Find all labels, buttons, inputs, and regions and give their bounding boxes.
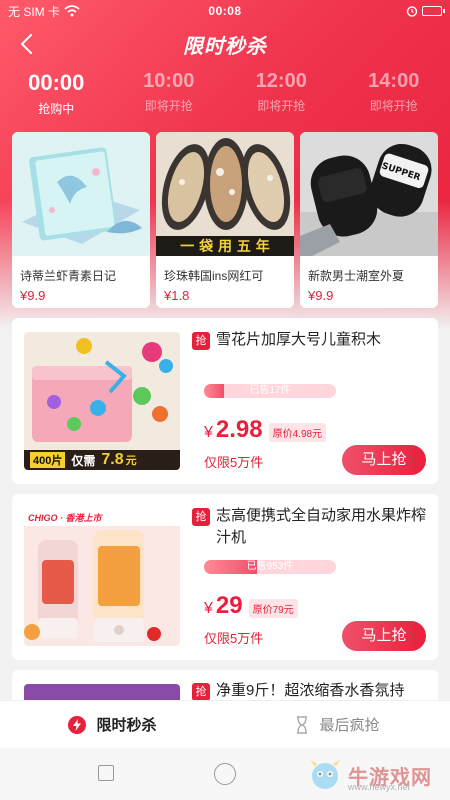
flash-sale-item[interactable]: 抢 净重9斤！超浓缩香水香氛持 xyxy=(12,670,438,700)
hot-item-price: ¥9.9 xyxy=(20,288,46,303)
original-price: 原价79元 xyxy=(248,599,298,618)
tab-label: 限时秒杀 xyxy=(96,717,157,734)
hot-item-card[interactable]: 诗蒂兰虾青素日记 ¥9.9 xyxy=(12,132,150,308)
price-row: ¥ 29 原价79元 xyxy=(204,592,298,620)
tab-last-chance[interactable]: 最后疯抢 xyxy=(225,701,450,748)
original-price: 原价4.98元 xyxy=(268,423,327,442)
watermark-url: www.newyx.net xyxy=(348,782,411,792)
sale-price: 29 xyxy=(215,592,243,619)
time-tab-1400[interactable]: 14:00 即将开抢 xyxy=(338,70,450,117)
slipper-product-image: SUPPER xyxy=(300,132,438,256)
hot-item-card[interactable]: SUPPER 新款男士潮室外夏 ¥9.9 xyxy=(300,132,438,308)
price-currency: ¥ xyxy=(204,600,213,617)
hot-item-image-text: 一 袋 用 五 年 xyxy=(180,238,270,255)
home-button[interactable] xyxy=(214,763,236,785)
time-tab-time: 12:00 xyxy=(255,70,307,92)
qiang-tag: 抢 xyxy=(192,683,210,700)
time-tab-status: 即将开抢 xyxy=(257,99,306,113)
site-watermark: 牛游戏网 www.newyx.net xyxy=(308,758,432,792)
price-row: ¥ 2.98 原价4.98元 xyxy=(204,416,327,444)
back-arrow-icon[interactable] xyxy=(16,32,40,56)
price-currency: ¥ xyxy=(204,424,213,441)
time-tab-status: 抢购中 xyxy=(38,102,75,116)
sold-count: 已售953件 xyxy=(246,561,294,572)
battery-icon xyxy=(422,6,445,16)
flash-sale-item[interactable]: CHIGO · 香港上市 抢 志高便携式全自动家用水果炸榨汁机 已售953件 ¥… xyxy=(12,494,438,660)
flash-sale-item[interactable]: 400片 仅需 7.8 元 抢 雪花片加厚大号儿童积木 已售17件 ¥ 2.98… xyxy=(12,318,438,484)
juicer-product-image xyxy=(24,508,180,646)
sale-price: 2.98 xyxy=(215,416,263,443)
image-banner-label: 仅需 xyxy=(71,453,96,468)
image-banner-unit: 元 xyxy=(125,455,137,467)
hot-item-name: 珍珠韩国ins网红可 xyxy=(164,269,264,283)
time-tab-0000[interactable]: 00:00 抢购中 xyxy=(0,70,113,117)
image-banner-price: 7.8 xyxy=(101,451,124,468)
mascot-logo-icon xyxy=(310,760,340,789)
hot-item-name: 诗蒂兰虾青素日记 xyxy=(20,269,117,283)
tab-flash-sale[interactable]: 限时秒杀 xyxy=(0,701,225,748)
hot-item-card[interactable]: 一 袋 用 五 年 珍珠韩国ins网红可 ¥1.8 xyxy=(156,132,294,308)
stock-limit: 仅限5万件 xyxy=(204,631,264,646)
item-title: 净重9斤！超浓缩香水香氛持 xyxy=(216,682,405,699)
hot-item-price: ¥1.8 xyxy=(164,288,190,303)
status-time: 00:08 xyxy=(208,4,242,18)
item-image xyxy=(24,684,180,700)
sold-progress-bar: 已售17件 xyxy=(204,384,336,398)
time-tab-status: 即将开抢 xyxy=(144,99,193,113)
hot-items-row: 诗蒂兰虾青素日记 ¥9.9 一 袋 用 五 年 珍珠韩国ins网红可 ¥1.8 xyxy=(12,132,438,308)
nav-bar: 限时秒杀 xyxy=(0,26,450,62)
pearl-clip-product-image: 一 袋 用 五 年 xyxy=(156,132,294,256)
time-tab-time: 00:00 xyxy=(28,70,85,95)
time-tab-status: 即将开抢 xyxy=(369,99,418,113)
time-tab-time: 14:00 xyxy=(368,70,420,92)
bottom-tab-bar: 限时秒杀 最后疯抢 xyxy=(0,700,450,748)
hourglass-icon xyxy=(297,715,308,734)
sold-count: 已售17件 xyxy=(249,385,291,396)
image-brand-label: CHIGO · 香港上市 xyxy=(28,512,102,523)
buy-now-button[interactable]: 马上抢 xyxy=(342,621,426,651)
qiang-tag: 抢 xyxy=(192,332,210,350)
time-tabs: 00:00 抢购中 10:00 即将开抢 12:00 即将开抢 14:00 即将… xyxy=(0,70,450,117)
page-title: 限时秒杀 xyxy=(183,35,267,58)
buy-now-button[interactable]: 马上抢 xyxy=(342,445,426,475)
tab-label: 最后疯抢 xyxy=(319,717,380,734)
item-image: CHIGO · 香港上市 xyxy=(24,508,180,646)
status-bar: 无 SIM 卡 00:08 xyxy=(0,0,450,22)
time-tab-time: 10:00 xyxy=(143,70,195,92)
qiang-tag: 抢 xyxy=(192,508,210,526)
diary-product-image xyxy=(12,132,150,256)
item-title: 志高便携式全自动家用水果炸榨汁机 xyxy=(216,507,427,546)
recent-apps-button[interactable] xyxy=(98,765,114,781)
sold-progress-bar: 已售953件 xyxy=(204,560,336,574)
time-tab-1200[interactable]: 12:00 即将开抢 xyxy=(225,70,338,117)
image-banner-count: 400片 xyxy=(30,452,66,468)
stock-limit: 仅限5万件 xyxy=(204,455,264,470)
lightning-icon xyxy=(68,715,87,734)
hot-item-name: 新款男士潮室外夏 xyxy=(308,269,405,283)
time-tab-1000[interactable]: 10:00 即将开抢 xyxy=(113,70,226,117)
item-title: 雪花片加厚大号儿童积木 xyxy=(216,331,382,348)
hot-item-price: ¥9.9 xyxy=(308,288,334,303)
item-image: 400片 仅需 7.8 元 xyxy=(24,332,180,470)
